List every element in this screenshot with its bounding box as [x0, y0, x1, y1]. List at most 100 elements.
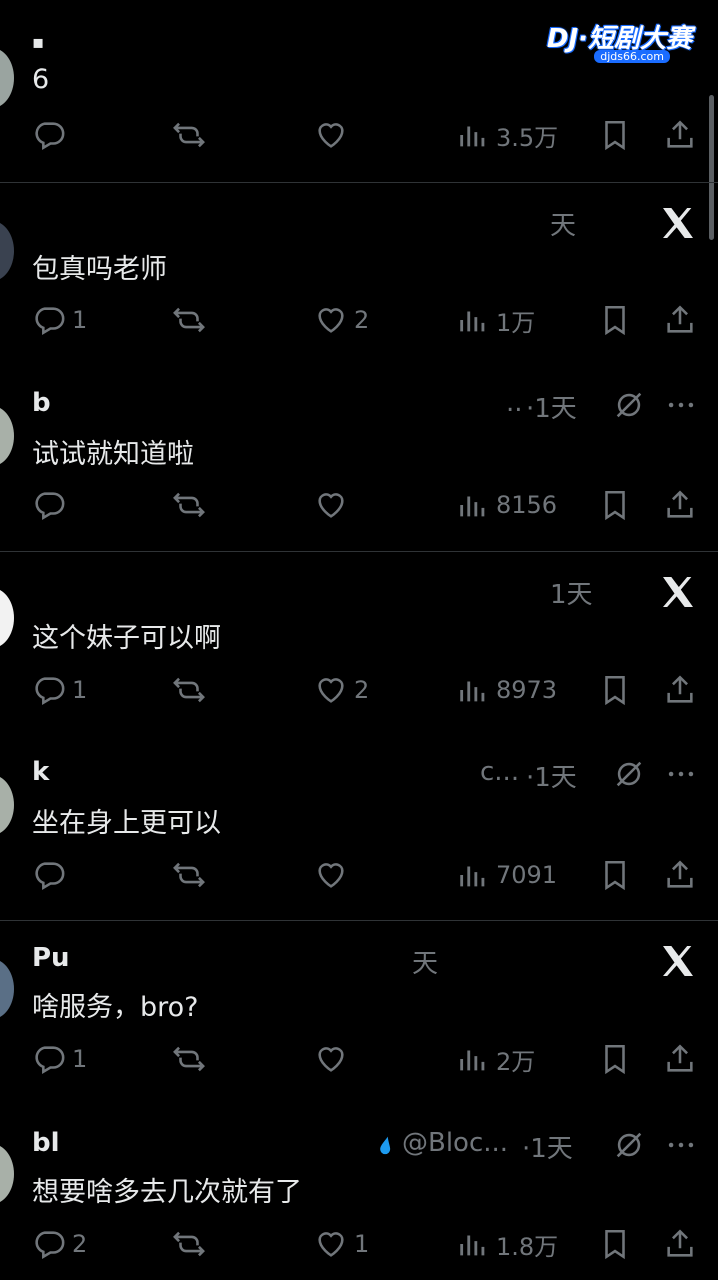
like-count: 2 [354, 306, 370, 334]
grok-icon [616, 1132, 642, 1158]
share-button[interactable] [663, 1224, 697, 1264]
post-time: ·1天 [526, 394, 577, 424]
share-button[interactable] [663, 1039, 697, 1079]
avatar[interactable] [0, 1144, 14, 1204]
author-handle[interactable]: @Bloc... [402, 1128, 508, 1158]
bookmark-button[interactable] [598, 300, 632, 340]
grok-button[interactable] [612, 757, 646, 791]
reply-button[interactable]: 1 [32, 670, 87, 710]
reply-icon [35, 492, 65, 521]
x-logo-button[interactable] [658, 572, 698, 612]
repost-icon [173, 122, 205, 148]
repost-icon [173, 307, 205, 333]
reply-icon [35, 862, 65, 891]
reply-post[interactable]: 1天 这个妹子可以啊 1 2 8973 [0, 552, 718, 737]
reply-icon [35, 677, 65, 706]
x-logo-button[interactable] [658, 203, 698, 243]
repost-button[interactable] [172, 115, 206, 155]
share-button[interactable] [663, 485, 697, 525]
avatar[interactable] [0, 775, 14, 835]
views-button[interactable]: 1.8万 [456, 1224, 558, 1264]
share-button[interactable] [663, 670, 697, 710]
x-logo-button[interactable] [658, 941, 698, 981]
author-name[interactable]: Pu [32, 943, 70, 973]
like-button[interactable]: 1 [314, 1224, 369, 1264]
views-icon [460, 1050, 485, 1071]
repost-button[interactable] [172, 485, 206, 525]
reply-button[interactable]: 1 [32, 1039, 87, 1079]
grok-button[interactable] [612, 388, 646, 422]
share-button[interactable] [663, 855, 697, 895]
reply-post[interactable]: 天 包真吗老师 1 2 1万 [0, 183, 718, 368]
views-count: 8973 [496, 676, 558, 704]
repost-button[interactable] [172, 1039, 206, 1079]
bookmark-button[interactable] [598, 670, 632, 710]
post-text: 包真吗老师 [32, 254, 167, 285]
reply-button[interactable]: 1 [32, 300, 87, 340]
reply-icon [35, 307, 65, 336]
repost-button[interactable] [172, 670, 206, 710]
author-handle[interactable]: .. [506, 388, 523, 418]
like-button[interactable] [314, 855, 348, 895]
like-button[interactable] [314, 485, 348, 525]
reply-count: 1 [72, 306, 88, 334]
heart-icon [318, 123, 344, 148]
author-name[interactable]: bl [32, 1128, 60, 1158]
action-bar: 8156 [0, 485, 718, 525]
bookmark-button[interactable] [598, 855, 632, 895]
avatar[interactable] [0, 588, 14, 648]
views-button[interactable]: 2万 [456, 1039, 535, 1079]
like-button[interactable] [314, 115, 348, 155]
like-button[interactable] [314, 1039, 348, 1079]
bookmark-button[interactable] [598, 485, 632, 525]
views-button[interactable]: 8973 [456, 670, 557, 710]
share-button[interactable] [663, 300, 697, 340]
reply-button[interactable] [32, 485, 66, 525]
like-button[interactable]: 2 [314, 300, 369, 340]
grok-button[interactable] [612, 1128, 646, 1162]
repost-button[interactable] [172, 855, 206, 895]
author-name[interactable]: b [32, 388, 51, 418]
author-handle[interactable]: c... [480, 757, 519, 787]
views-button[interactable]: 1万 [456, 300, 535, 340]
bookmark-button[interactable] [598, 1224, 632, 1264]
repost-button[interactable] [172, 1224, 206, 1264]
views-count: 1万 [496, 308, 536, 337]
avatar[interactable] [0, 221, 14, 281]
reply-button[interactable] [32, 115, 72, 155]
views-button[interactable]: 3.5万 [456, 115, 558, 155]
repost-button[interactable] [172, 300, 206, 340]
reply-post[interactable]: b .. ·1天 试试就知道啦 8156 [0, 368, 718, 552]
views-count: 2万 [496, 1047, 536, 1076]
avatar[interactable] [0, 959, 14, 1019]
avatar[interactable] [0, 406, 14, 466]
share-button[interactable] [663, 115, 697, 155]
more-button[interactable] [664, 757, 698, 791]
bookmark-button[interactable] [598, 1039, 632, 1079]
post-text: 想要啥多去几次就有了 [32, 1177, 302, 1208]
post-text: 啥服务，bro? [32, 992, 199, 1023]
reply-post[interactable]: k c... ·1天 坐在身上更可以 7091 [0, 737, 718, 921]
avatar[interactable] [0, 48, 14, 108]
share-icon [667, 120, 693, 148]
reply-post[interactable]: Pu 天 啥服务，bro? 1 2万 [0, 921, 718, 1106]
views-count: 8156 [496, 491, 558, 519]
like-count: 1 [354, 1230, 370, 1258]
views-count: 1.8万 [496, 1232, 559, 1261]
reply-button[interactable]: 2 [32, 1224, 87, 1264]
views-button[interactable]: 7091 [456, 855, 557, 895]
post-time: 1天 [550, 580, 593, 610]
like-button[interactable]: 2 [314, 670, 369, 710]
views-button[interactable]: 8156 [456, 485, 557, 525]
reply-post[interactable]: ▪ 6 3.5万 [0, 0, 718, 182]
more-button[interactable] [664, 1128, 698, 1162]
bookmark-icon [605, 1044, 625, 1075]
author-name[interactable]: k [32, 757, 49, 787]
bookmark-button[interactable] [598, 115, 632, 155]
reply-icon [35, 1231, 65, 1260]
views-count: 7091 [496, 861, 558, 889]
author-name[interactable]: ▪ [32, 32, 44, 53]
reply-post[interactable]: bl @Bloc... ·1天 想要啥多去几次就有了 2 1 1.8万 [0, 1106, 718, 1280]
reply-button[interactable] [32, 855, 66, 895]
more-button[interactable] [664, 388, 698, 422]
